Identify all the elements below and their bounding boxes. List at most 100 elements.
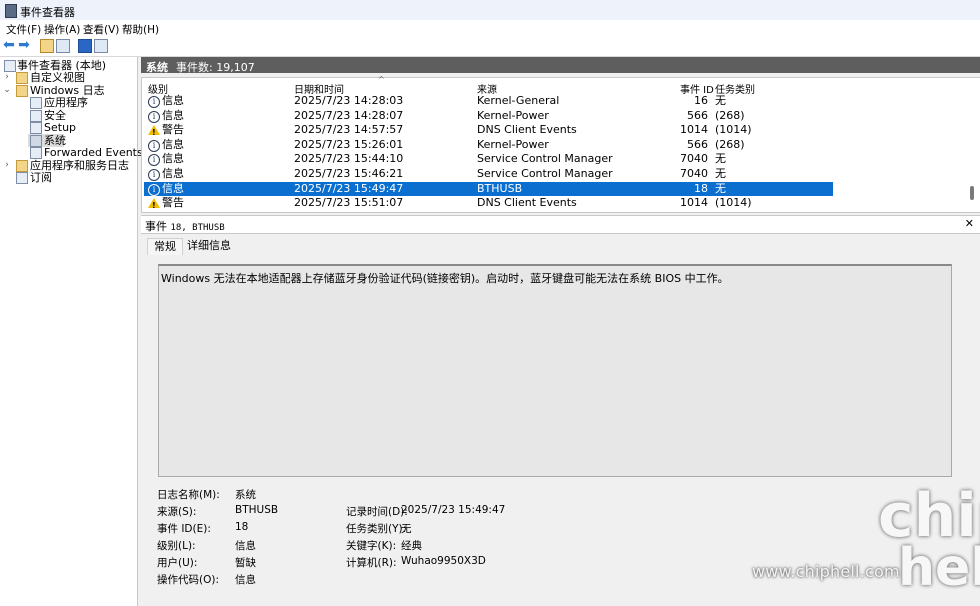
event-description: Windows 无法在本地适配器上存储蓝牙身份验证代码(链接密钥)。启动时，蓝牙… <box>161 272 729 285</box>
cell-date: 2025/7/23 15:46:21 <box>294 167 404 180</box>
cell-event-id: 566 <box>687 137 708 151</box>
table-row[interactable]: i 信息 2025/7/23 14:28:07 Kernel-Power 566 (268… <box>144 109 833 123</box>
pane-header: 系统 事件数: 19,107 <box>141 57 980 74</box>
warning-icon <box>148 198 160 213</box>
info-icon: i <box>148 96 160 108</box>
cell-source: Kernel-Power <box>477 137 549 151</box>
log-icon <box>30 135 42 147</box>
detail-header: 事件 18, BTHUSB ✕ <box>141 215 980 234</box>
chevron-right-icon[interactable]: › <box>3 159 11 172</box>
chiphell-watermark: chip hell www.chiphell.com <box>752 481 980 606</box>
keywords-value: 经典 <box>401 540 422 552</box>
log-icon <box>30 147 42 159</box>
navigation-tree: 事件查看器 (本地) › 自定义视图 ⌄ Windows 日志 应用程序 安全 … <box>0 57 143 606</box>
info-icon: i <box>148 139 160 152</box>
table-row[interactable]: i 信息 2025/7/23 15:46:21 Service Control Man… <box>144 167 833 181</box>
cell-task: 无 <box>715 94 726 107</box>
logged-value: 2025/7/23 15:49:47 <box>401 504 506 516</box>
chevron-down-icon[interactable]: ⌄ <box>3 84 11 97</box>
window-title: 事件查看器 <box>20 6 75 19</box>
detail-title-prefix: 事件 <box>145 220 167 233</box>
table-row[interactable]: i 信息 2025/7/23 15:44:10 Service Control Man… <box>144 152 833 167</box>
table-row[interactable]: 警告 2025/7/23 15:51:07 DNS Client Events 101… <box>144 196 833 213</box>
cell-event-id: 7040 <box>680 167 708 180</box>
cell-level: 信息 <box>162 94 184 107</box>
cell-date: 2025/7/23 15:44:10 <box>294 152 404 166</box>
tree-item-label: Setup <box>44 121 77 134</box>
pane-toggle-icon[interactable] <box>94 39 108 53</box>
cell-task: 无 <box>715 181 726 195</box>
level-value: 信息 <box>235 540 256 552</box>
pane-icon[interactable] <box>56 39 70 53</box>
opcode-label: 操作代码(O): <box>157 574 219 586</box>
detail-tabs: 常规 详细信息 <box>141 234 980 255</box>
watermark-logo-bottom: hell <box>898 538 980 598</box>
cell-level: 警告 <box>162 123 184 137</box>
cell-date: 2025/7/23 15:49:47 <box>294 181 404 195</box>
info-icon: i <box>148 183 160 196</box>
cell-source: DNS Client Events <box>477 123 577 137</box>
tab-general[interactable]: 常规 <box>147 238 183 255</box>
event-description-box[interactable]: Windows 无法在本地适配器上存储蓝牙身份验证代码(链接密钥)。启动时，蓝牙… <box>158 264 952 477</box>
subscription-icon <box>16 172 28 184</box>
cell-date: 2025/7/23 15:26:01 <box>294 137 404 151</box>
opcode-value: 信息 <box>235 574 256 586</box>
folder-icon <box>16 72 28 84</box>
cell-source: Service Control Manager <box>477 167 613 180</box>
user-label: 用户(U): <box>157 557 198 569</box>
folder-icon <box>16 85 28 97</box>
detail-title: 事件 18, BTHUSB <box>145 218 225 234</box>
keywords-label: 关键字(K): <box>346 540 397 552</box>
close-icon[interactable]: ✕ <box>965 217 974 230</box>
computer-label: 计算机(R): <box>346 557 397 569</box>
table-row[interactable]: i 信息 2025/7/23 15:49:47 BTHUSB 18 无 <box>144 181 833 196</box>
scrollbar-thumb[interactable] <box>970 186 974 200</box>
forward-arrow-icon[interactable]: ➡ <box>17 38 31 53</box>
cell-task: 无 <box>715 167 726 180</box>
title-bar: 事件查看器 <box>0 0 980 20</box>
computer-value: Wuhao9950X3D <box>401 555 486 567</box>
menu-file[interactable]: 文件(F) <box>6 22 41 37</box>
event-id-label: 事件 ID(E): <box>157 523 211 535</box>
warning-icon <box>148 125 160 140</box>
detail-title-event: 18, BTHUSB <box>170 223 225 233</box>
logged-label: 记录时间(D): <box>346 506 408 518</box>
log-icon <box>30 110 42 122</box>
cell-task: 无 <box>715 152 726 166</box>
table-row[interactable]: 警告 2025/7/23 14:57:57 DNS Client Events 101… <box>144 123 833 140</box>
cell-event-id: 7040 <box>680 152 708 166</box>
menu-bar: 文件(F) 操作(A) 查看(V) 帮助(H) <box>0 20 980 36</box>
tree-item-label: 应用程序 <box>44 96 88 109</box>
tree-item-label: 订阅 <box>30 171 52 184</box>
table-row[interactable]: i 信息 2025/7/23 15:26:01 Kernel-Power 566 (268… <box>144 138 833 152</box>
tab-details[interactable]: 详细信息 <box>181 238 237 254</box>
folder-up-icon[interactable] <box>40 39 54 53</box>
menu-action[interactable]: 操作(A) <box>44 22 80 37</box>
cell-source: DNS Client Events <box>477 196 577 210</box>
watermark-logo-top: chip <box>878 481 980 551</box>
toolbar: ⬅ ➡ <box>0 36 980 57</box>
event-id-value: 18 <box>235 521 249 533</box>
back-arrow-icon[interactable]: ⬅ <box>2 38 16 53</box>
task-label: 任务类别(Y): <box>346 523 407 535</box>
cell-level: 警告 <box>162 196 184 210</box>
task-value: 无 <box>401 523 412 535</box>
source-label: 来源(S): <box>157 506 197 518</box>
folder-icon <box>16 160 28 172</box>
info-icon: i <box>148 154 160 167</box>
table-row[interactable]: i 信息 2025/7/23 14:28:03 Kernel-General 16 无 <box>144 94 833 108</box>
tree-item-label: 自定义视图 <box>30 71 85 84</box>
event-list: 级别 日期和时间 ^ 来源 事件 ID 任务类别 i 信息 2025/7/23 14… <box>141 75 980 213</box>
log-name-label: 日志名称(M): <box>157 489 220 501</box>
sort-ascending-icon: ^ <box>378 75 385 84</box>
menu-view[interactable]: 查看(V) <box>83 22 119 37</box>
log-icon <box>30 122 42 134</box>
help-icon[interactable] <box>78 39 92 53</box>
chevron-right-icon[interactable]: › <box>3 71 11 84</box>
menu-help[interactable]: 帮助(H) <box>122 22 159 37</box>
cell-event-id: 566 <box>687 108 708 122</box>
cell-event-id: 18 <box>694 181 708 195</box>
cell-date: 2025/7/23 14:28:03 <box>294 94 404 107</box>
cell-level: 信息 <box>162 152 184 166</box>
cell-date: 2025/7/23 14:28:07 <box>294 108 404 122</box>
